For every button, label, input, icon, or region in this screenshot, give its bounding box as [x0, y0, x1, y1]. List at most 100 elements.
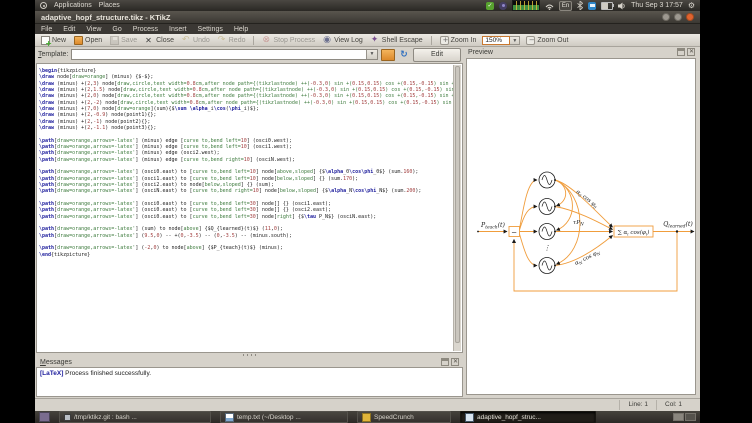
toolbar-button-label: New	[52, 37, 66, 44]
close-window-button[interactable]	[686, 13, 694, 21]
template-edit-button[interactable]: Edit	[413, 48, 461, 62]
messages-log: [LaTeX] Process finished successfully.	[36, 367, 463, 397]
menu-go[interactable]: Go	[112, 26, 121, 33]
messaging-menu-icon[interactable]	[588, 2, 596, 10]
toolbar-button-label: Open	[85, 37, 102, 44]
bluetooth-icon[interactable]	[577, 1, 583, 10]
session-gear-icon[interactable]: ⚙	[688, 2, 695, 10]
template-open-folder-button[interactable]	[381, 49, 395, 61]
toolbar-button-label: View Log	[334, 37, 363, 44]
template-bar: Template: ▼ Edit	[36, 47, 463, 62]
menubar: File Edit View Go Process Insert Settings Help	[35, 24, 700, 34]
float-dock-icon[interactable]	[441, 358, 449, 366]
vdots-label: ⋮	[544, 244, 551, 252]
toolbar-button-label: Close	[156, 37, 174, 44]
messages-dock: Messages [LaTeX] Process finished succes…	[36, 357, 463, 398]
chevron-down-icon[interactable]: ▼	[510, 36, 520, 45]
panel-clock[interactable]: Thu Sep 3 17:57	[631, 2, 683, 9]
toolbar-separator	[253, 36, 254, 45]
status-line: Line: 1	[619, 400, 656, 410]
close-button[interactable]: Close	[143, 36, 176, 45]
window-body: Template: ▼ Edit \begin{tikzpicture}\dra…	[35, 47, 700, 398]
taskbar-item-1[interactable]: /tmp/ktikz.git : bash ...	[59, 411, 211, 423]
code-line: \end{tikzpicture}	[39, 252, 453, 258]
shell-icon	[371, 36, 380, 45]
updates-ok-icon[interactable]: ✓	[486, 2, 494, 10]
view-log-button[interactable]: View Log	[321, 36, 365, 45]
zoom-out-button[interactable]: Zoom Out	[524, 36, 570, 45]
toolbar-button-label: Shell Escape	[382, 37, 423, 44]
zoomout-icon	[526, 36, 535, 45]
tikz-diagram: − ⋮ Pteach(t) Qlearned(t) ∑ αi cos(φi) τ…	[467, 59, 696, 394]
ktikz-icon	[465, 413, 474, 422]
toolbar-button-label: Save	[121, 37, 137, 44]
menu-file[interactable]: File	[41, 26, 52, 33]
workspace-1[interactable]	[673, 413, 684, 421]
panel-menu-places[interactable]: Places	[99, 2, 120, 9]
close-dock-icon[interactable]	[451, 358, 459, 366]
menu-help[interactable]: Help	[234, 26, 248, 33]
template-combobox[interactable]: ▼	[71, 49, 378, 60]
toolbar-button-label: Redo	[229, 37, 246, 44]
panel-tray: ✓ En Thu Sep 3 17:57 ⚙	[486, 0, 695, 11]
open-button[interactable]: Open	[72, 36, 104, 45]
template-reload-button[interactable]	[398, 50, 410, 60]
battery-icon[interactable]	[601, 2, 613, 10]
taskbar-item-3[interactable]: SpeedCrunch	[357, 411, 451, 423]
keyboard-layout-indicator[interactable]: En	[559, 1, 572, 11]
panel-menu-applications[interactable]: Applications	[54, 2, 92, 9]
log-tag: [LaTeX]	[40, 370, 63, 377]
workspace-2[interactable]	[685, 413, 696, 421]
show-desktop-icon[interactable]	[39, 412, 50, 422]
float-dock-icon[interactable]	[677, 48, 685, 56]
viewlog-icon	[323, 36, 332, 45]
toolbar-button-label: Undo	[193, 37, 210, 44]
shell-escape-button[interactable]: Shell Escape	[369, 36, 425, 45]
output-signal-label: Qlearned(t)	[663, 221, 693, 230]
redo-button: Redo	[216, 36, 248, 45]
maximize-button[interactable]	[674, 13, 682, 21]
toolbar-button-label: Zoom In	[451, 37, 477, 44]
new-button[interactable]: New	[39, 36, 68, 45]
toolbar: New Open Save Close Undo Redo Stop Process View…	[35, 34, 700, 47]
scrollbar-thumb[interactable]	[455, 66, 460, 343]
toolbar-separator	[431, 36, 432, 45]
toolbar-button-label: Zoom Out	[537, 37, 568, 44]
zoom-level-value[interactable]: 150%	[482, 36, 510, 45]
input-signal-label: Pteach(t)	[480, 222, 506, 231]
zoomin-icon	[440, 36, 449, 45]
editor-icon	[225, 413, 234, 422]
menu-view[interactable]: View	[86, 26, 101, 33]
minimize-button[interactable]	[662, 13, 670, 21]
gnome-top-panel: Applications Places ✓ En Thu Sep 3 17:57…	[35, 0, 700, 11]
undo-icon	[182, 36, 191, 45]
menu-settings[interactable]: Settings	[198, 26, 223, 33]
volume-icon[interactable]	[618, 2, 626, 10]
stop-process-button: Stop Process	[260, 36, 317, 45]
indicator-orb-icon[interactable]	[499, 2, 507, 10]
undo-button: Undo	[180, 36, 212, 45]
zoom-level-combo[interactable]: 150%▼	[482, 36, 520, 45]
taskbar: /tmp/ktikz.git : bash ... temp.txt (~/Des…	[35, 411, 700, 423]
close-dock-icon[interactable]	[687, 48, 695, 56]
window-titlebar[interactable]: adaptive_hopf_structure.tikz - KTikZ	[35, 11, 700, 24]
taskbar-item-4[interactable]: adaptive_hopf_struc...	[460, 411, 596, 423]
terminal-icon	[64, 414, 71, 421]
taskbar-item-label: adaptive_hopf_struc...	[477, 414, 541, 421]
sum-node-label: ∑ αi cos(φi)	[618, 229, 650, 237]
toolbar-button-label: Stop Process	[273, 37, 315, 44]
system-monitor-applet[interactable]	[512, 0, 540, 11]
wifi-icon[interactable]	[545, 2, 554, 10]
menu-edit[interactable]: Edit	[63, 26, 75, 33]
editor-vertical-scrollbar[interactable]	[453, 65, 461, 351]
chevron-down-icon[interactable]: ▼	[366, 50, 377, 59]
taskbar-item-label: /tmp/ktikz.git : bash ...	[74, 414, 137, 421]
code-editor[interactable]: \begin{tikzpicture}\draw node[draw=orang…	[36, 63, 463, 353]
menu-process[interactable]: Process	[133, 26, 158, 33]
calc-icon	[362, 413, 371, 422]
zoom-in-button[interactable]: Zoom In	[438, 36, 479, 45]
menu-insert[interactable]: Insert	[169, 26, 187, 33]
distro-menu-icon[interactable]	[40, 2, 47, 9]
taskbar-item-2[interactable]: temp.txt (~/Desktop ...	[220, 411, 348, 423]
workspace-switcher[interactable]	[673, 413, 696, 421]
